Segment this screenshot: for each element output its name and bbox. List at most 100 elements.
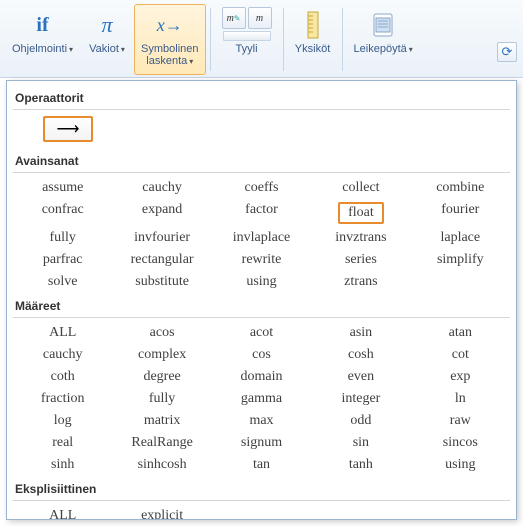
keyword-log[interactable]: log — [52, 409, 74, 432]
keyword-cell[interactable]: expand — [112, 199, 211, 227]
keyword-cell[interactable]: ln — [411, 388, 510, 410]
keyword-parfrac[interactable]: parfrac — [41, 248, 85, 271]
keyword-cell[interactable]: asin — [311, 322, 410, 344]
keyword-asin[interactable]: asin — [348, 321, 375, 344]
keyword-cell[interactable]: ALL — [13, 505, 112, 520]
keyword-cell[interactable]: fully — [13, 227, 112, 249]
keyword-coeffs[interactable]: coeffs — [243, 176, 281, 199]
keyword-sinhcosh[interactable]: sinhcosh — [136, 453, 189, 476]
keyword-float[interactable]: float — [338, 202, 384, 224]
keyword-cell[interactable]: acot — [212, 322, 311, 344]
keyword-matrix[interactable]: matrix — [142, 409, 183, 432]
keyword-odd[interactable]: odd — [348, 409, 373, 432]
ribbon-tyyli[interactable]: m✎ m Tyyli — [215, 4, 279, 75]
keyword-fully[interactable]: fully — [47, 226, 77, 249]
keyword-laplace[interactable]: laplace — [438, 226, 482, 249]
keyword-ALL[interactable]: ALL — [47, 321, 78, 344]
keyword-cell[interactable]: signum — [212, 432, 311, 454]
keyword-cell[interactable]: odd — [311, 410, 410, 432]
keyword-cell[interactable]: cosh — [311, 344, 410, 366]
keyword-collect[interactable]: collect — [340, 176, 381, 199]
keyword-cell[interactable]: integer — [311, 388, 410, 410]
keyword-cell[interactable]: log — [13, 410, 112, 432]
keyword-rectangular[interactable]: rectangular — [129, 248, 196, 271]
keyword-acot[interactable]: acot — [248, 321, 275, 344]
keyword-solve[interactable]: solve — [46, 270, 80, 293]
keyword-factor[interactable]: factor — [243, 198, 280, 221]
keyword-cell[interactable]: rectangular — [112, 249, 211, 271]
ribbon-leikepoyta[interactable]: Leikepöytä▾ — [347, 4, 420, 75]
keyword-cell[interactable]: fraction — [13, 388, 112, 410]
keyword-cell[interactable]: collect — [311, 177, 410, 199]
keyword-fully[interactable]: fully — [147, 387, 177, 410]
keyword-cot[interactable]: cot — [450, 343, 471, 366]
keyword-cell[interactable]: combine — [411, 177, 510, 199]
keyword-cell[interactable]: matrix — [112, 410, 211, 432]
ribbon-ohjelmointi[interactable]: if Ohjelmointi▾ — [5, 4, 80, 75]
keyword-cell[interactable]: float — [311, 199, 410, 227]
ribbon-yksikot[interactable]: Yksiköt — [288, 4, 338, 75]
keyword-tanh[interactable]: tanh — [347, 453, 375, 476]
keyword-cell[interactable]: assume — [13, 177, 112, 199]
keyword-cauchy[interactable]: cauchy — [140, 176, 184, 199]
keyword-fraction[interactable]: fraction — [39, 387, 87, 410]
keyword-cell[interactable]: domain — [212, 366, 311, 388]
keyword-cell[interactable]: tan — [212, 454, 311, 476]
keyword-ALL[interactable]: ALL — [47, 504, 78, 520]
keyword-cell[interactable]: laplace — [411, 227, 510, 249]
keyword-signum[interactable]: signum — [239, 431, 284, 454]
keyword-cell[interactable]: parfrac — [13, 249, 112, 271]
keyword-assume[interactable]: assume — [40, 176, 85, 199]
keyword-cell[interactable]: gamma — [212, 388, 311, 410]
keyword-cell[interactable]: rewrite — [212, 249, 311, 271]
keyword-cell[interactable]: sinh — [13, 454, 112, 476]
keyword-invfourier[interactable]: invfourier — [132, 226, 192, 249]
keyword-cell[interactable]: even — [311, 366, 410, 388]
keyword-simplify[interactable]: simplify — [435, 248, 486, 271]
ribbon-vakiot[interactable]: π Vakiot▾ — [82, 4, 132, 75]
keyword-substitute[interactable]: substitute — [133, 270, 191, 293]
keyword-cell[interactable]: raw — [411, 410, 510, 432]
keyword-combine[interactable]: combine — [434, 176, 486, 199]
arrow-operator[interactable]: ⟶ — [43, 116, 93, 142]
keyword-cell[interactable]: atan — [411, 322, 510, 344]
keyword-acos[interactable]: acos — [148, 321, 177, 344]
keyword-invztrans[interactable]: invztrans — [333, 226, 388, 249]
keyword-cell[interactable]: sincos — [411, 432, 510, 454]
keyword-cell[interactable]: real — [13, 432, 112, 454]
keyword-cell[interactable]: factor — [212, 199, 311, 227]
keyword-cell[interactable]: sin — [311, 432, 410, 454]
keyword-cell[interactable]: cos — [212, 344, 311, 366]
keyword-explicit[interactable]: explicit — [139, 504, 185, 520]
keyword-ln[interactable]: ln — [453, 387, 468, 410]
keyword-cell[interactable]: invfourier — [112, 227, 211, 249]
keyword-cell[interactable]: explicit — [112, 505, 211, 520]
style-m2-icon[interactable]: m — [248, 7, 272, 29]
keyword-ztrans[interactable]: ztrans — [342, 270, 379, 293]
keyword-cell[interactable]: solve — [13, 271, 112, 293]
keyword-cell[interactable]: using — [212, 271, 311, 293]
keyword-rewrite[interactable]: rewrite — [240, 248, 284, 271]
keyword-degree[interactable]: degree — [141, 365, 182, 388]
keyword-cell[interactable]: cauchy — [112, 177, 211, 199]
keyword-cell[interactable]: ztrans — [311, 271, 410, 293]
keyword-cauchy[interactable]: cauchy — [41, 343, 85, 366]
keyword-cell[interactable]: substitute — [112, 271, 211, 293]
keyword-cell[interactable]: coeffs — [212, 177, 311, 199]
keyword-domain[interactable]: domain — [238, 365, 284, 388]
keyword-atan[interactable]: atan — [447, 321, 474, 344]
keyword-sincos[interactable]: sincos — [441, 431, 480, 454]
keyword-cos[interactable]: cos — [250, 343, 273, 366]
keyword-tan[interactable]: tan — [251, 453, 272, 476]
keyword-sinh[interactable]: sinh — [49, 453, 76, 476]
keyword-expand[interactable]: expand — [140, 198, 184, 221]
keyword-integer[interactable]: integer — [339, 387, 382, 410]
keyword-cell[interactable]: using — [411, 454, 510, 476]
keyword-cell[interactable]: cot — [411, 344, 510, 366]
keyword-real[interactable]: real — [50, 431, 75, 454]
keyword-using[interactable]: using — [244, 270, 278, 293]
keyword-cell[interactable]: degree — [112, 366, 211, 388]
keyword-cell[interactable]: acos — [112, 322, 211, 344]
keyword-cell[interactable]: confrac — [13, 199, 112, 227]
keyword-cell[interactable]: fully — [112, 388, 211, 410]
